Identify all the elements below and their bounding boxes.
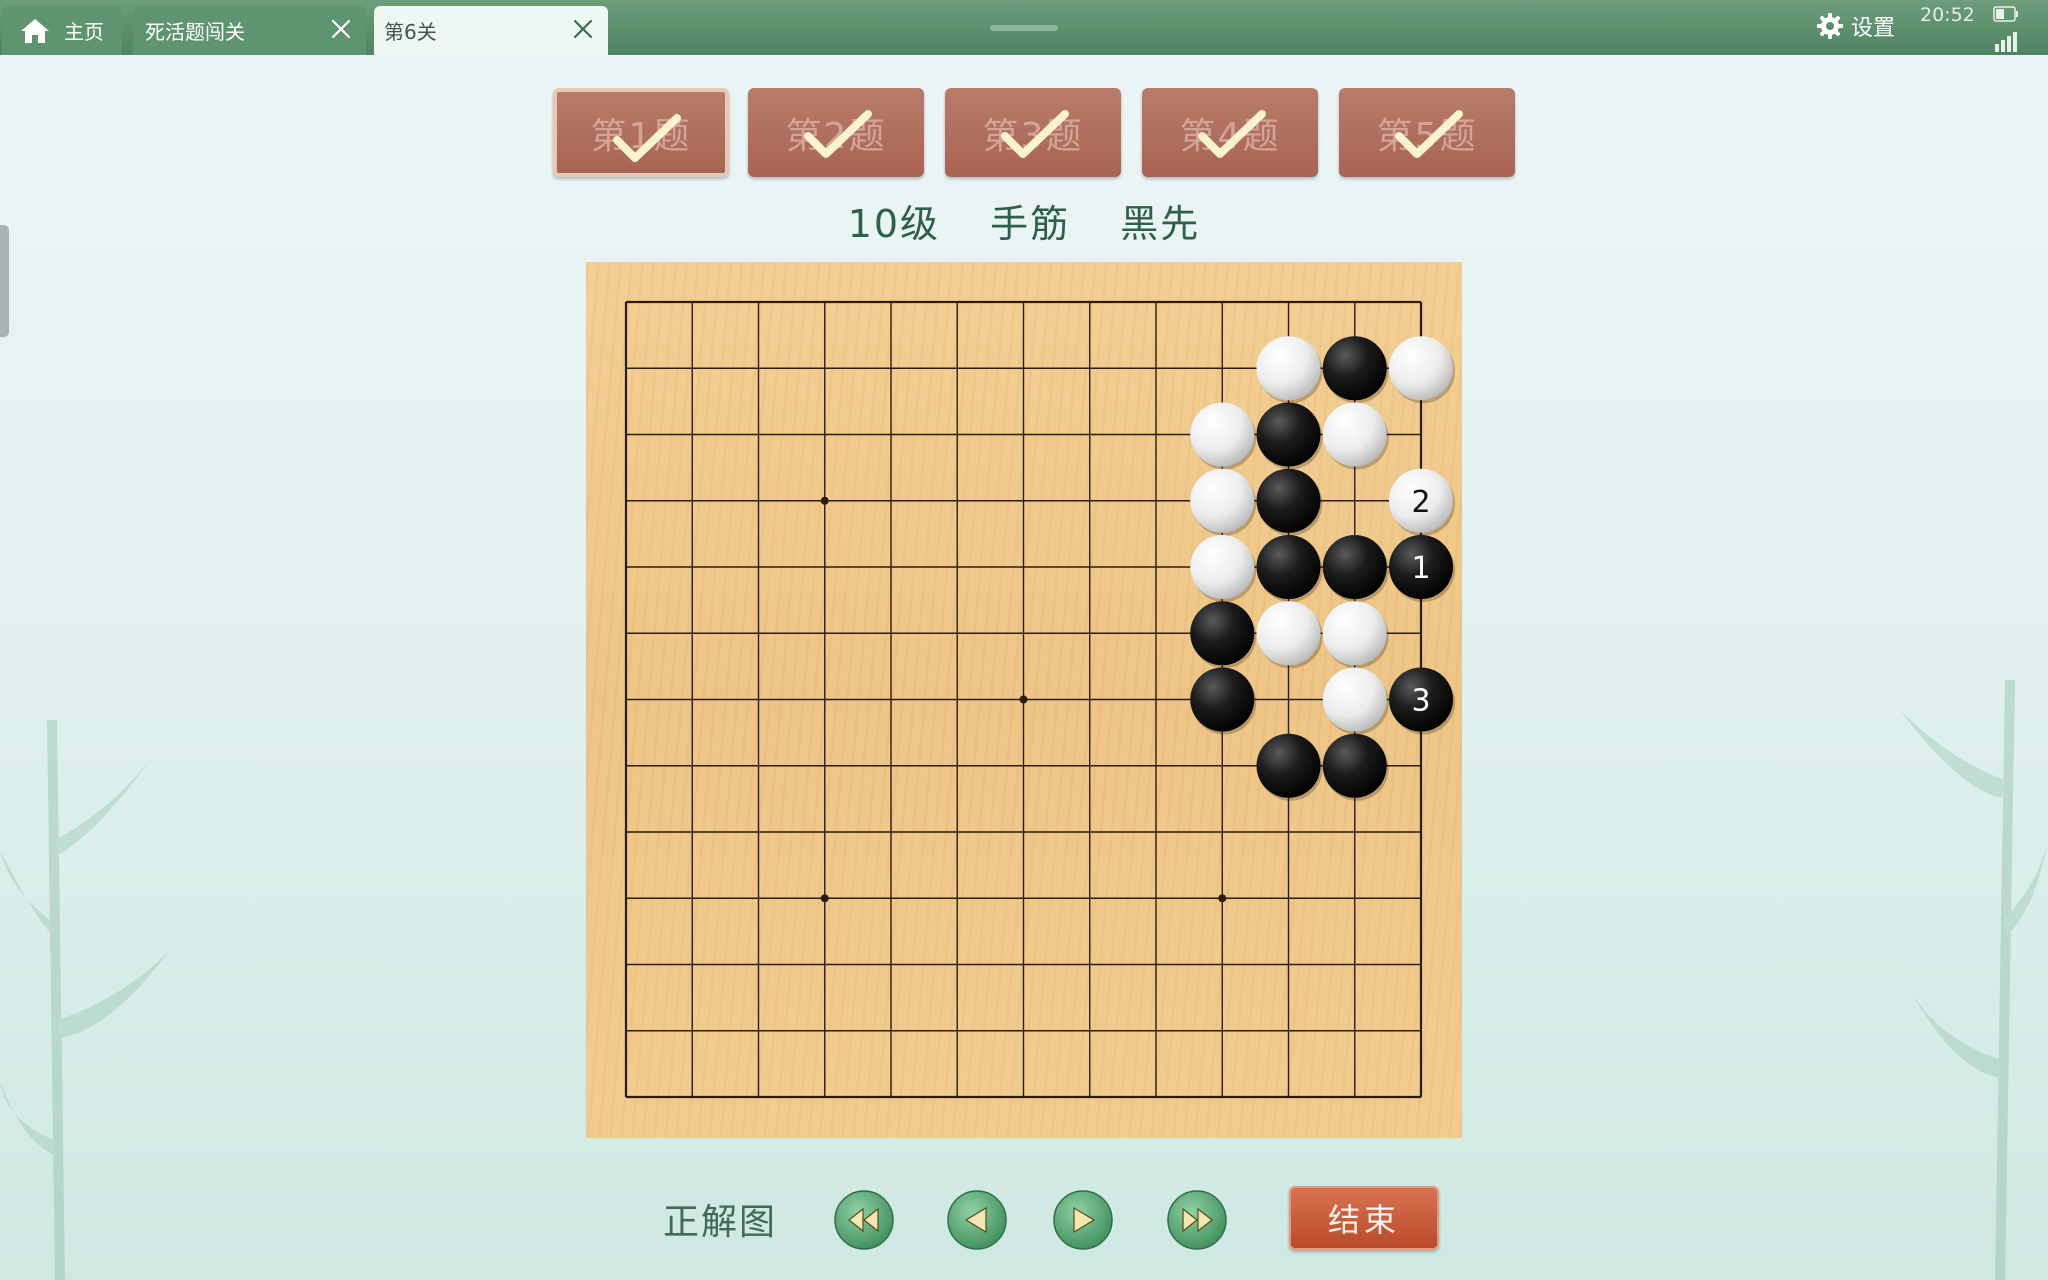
black-stone [1256,402,1323,470]
board-grid[interactable]: 2 1 3 [586,262,1462,1138]
star-point [820,894,829,903]
checkmark-icon [1001,110,1069,158]
white-stone: 2 [1389,468,1455,536]
problem-turn: 黑先 [1120,202,1201,246]
gear-icon [1817,13,1843,39]
problem-button-2[interactable]: 第2题 [748,88,924,177]
problem-button-1[interactable]: 第1题 [553,88,729,177]
signal-icon [1995,32,2017,52]
black-stone: 1 [1389,535,1455,602]
move-number: 3 [1411,684,1430,719]
checkmark-icon [613,114,681,162]
checkmark-icon [1198,110,1266,158]
problem-button-4[interactable]: 第4题 [1142,88,1318,177]
settings-button[interactable]: 设置 [1815,10,1895,42]
tab-current-label: 第6关 [384,20,437,44]
black-stone [1322,336,1389,404]
white-stone [1322,667,1389,735]
next-move-button[interactable] [1052,1189,1114,1251]
black-stone [1190,601,1257,669]
top-bar: 主页 死活题闯关 第6关 设置 20:52 [0,0,2048,55]
close-icon[interactable] [330,18,352,40]
white-stone [1322,402,1389,470]
first-move-button[interactable] [833,1189,895,1251]
white-stone [1256,601,1323,669]
problem-category: 手筋 [990,202,1071,246]
go-board[interactable]: 2 1 3 [586,262,1462,1138]
previous-move-button[interactable] [946,1189,1008,1251]
black-stone [1256,468,1323,536]
problem-button-5[interactable]: 第5题 [1339,88,1515,177]
black-stone [1256,535,1323,602]
last-move-button[interactable] [1166,1189,1228,1251]
black-stone [1256,733,1323,801]
white-stone [1190,535,1257,602]
tab-home[interactable]: 主页 [2,6,122,55]
bamboo-decoration-left [0,720,170,1280]
move-number: 2 [1411,485,1430,520]
white-stone [1190,402,1257,470]
tab-current-level[interactable]: 第6关 [374,6,608,55]
problem-button-3[interactable]: 第3题 [945,88,1121,177]
star-point [820,496,829,505]
black-stone [1322,733,1389,801]
black-stone [1322,535,1389,602]
solution-diagram-label: 正解图 [663,1202,778,1243]
star-point [1218,894,1227,903]
tab-levels-label: 死活题闯关 [145,20,245,44]
clock: 20:52 [1920,4,1975,26]
tab-home-label: 主页 [64,20,104,44]
tab-levels[interactable]: 死活题闯关 [133,6,366,55]
problem-info: 10级 手筋 黑先 [0,193,2048,248]
drag-handle[interactable] [990,25,1058,31]
checkmark-icon [1395,110,1463,158]
white-stone [1389,336,1455,404]
battery-icon [1993,6,2018,22]
white-stone [1322,601,1389,669]
black-stone [1190,667,1257,735]
problem-level: 10级 [847,202,941,246]
white-stone [1190,468,1257,536]
black-stone: 3 [1389,667,1455,735]
end-button[interactable]: 结束 [1289,1186,1439,1250]
white-stone [1256,336,1323,404]
settings-label: 设置 [1851,16,1896,41]
close-icon[interactable] [572,18,594,40]
move-number: 1 [1411,551,1430,586]
home-icon [21,18,49,43]
star-point [1019,695,1028,704]
checkmark-icon [804,110,872,158]
bamboo-decoration-right [1900,680,2048,1280]
